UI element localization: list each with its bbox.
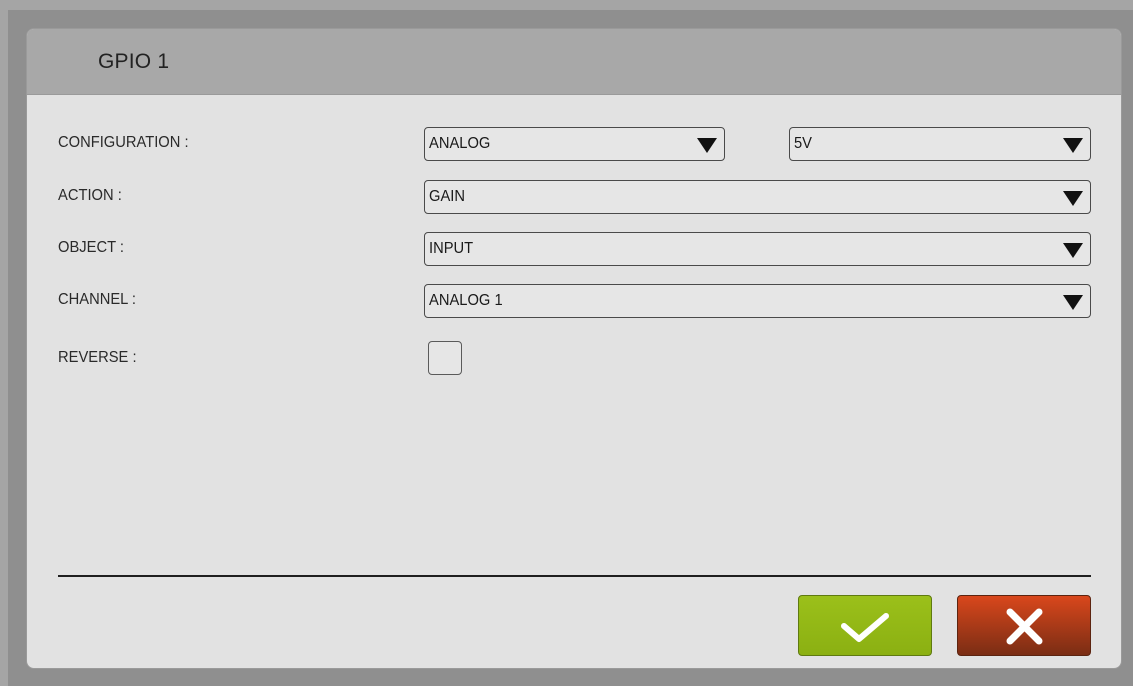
dropdown-arrow-icon	[1063, 295, 1083, 310]
action-value: GAIN	[429, 188, 465, 205]
object-label: OBJECT :	[58, 239, 124, 256]
close-icon	[1006, 608, 1043, 645]
channel-label: CHANNEL :	[58, 291, 136, 308]
channel-value: ANALOG 1	[429, 292, 503, 309]
configuration-label: CONFIGURATION :	[58, 134, 189, 151]
footer-divider	[58, 575, 1091, 577]
dialog-header: GPIO 1	[27, 29, 1121, 95]
dialog-title: GPIO 1	[98, 50, 170, 73]
channel-select[interactable]: ANALOG 1	[424, 284, 1091, 318]
confirm-button[interactable]	[798, 595, 932, 656]
gpio-dialog: GPIO 1 CONFIGURATION : ANALOG 5V ACTION …	[26, 28, 1122, 669]
reverse-checkbox[interactable]	[428, 341, 462, 375]
object-value: INPUT	[429, 240, 474, 257]
action-select[interactable]: GAIN	[424, 180, 1091, 214]
action-label: ACTION :	[58, 187, 122, 204]
reverse-label: REVERSE :	[58, 349, 137, 366]
cancel-button[interactable]	[957, 595, 1091, 656]
dropdown-arrow-icon	[1063, 191, 1083, 206]
object-select[interactable]: INPUT	[424, 232, 1091, 266]
dropdown-arrow-icon	[1063, 243, 1083, 258]
configuration-mode-value: ANALOG	[429, 135, 491, 152]
checkmark-icon	[841, 613, 889, 642]
configuration-mode-select[interactable]: ANALOG	[424, 127, 725, 161]
dropdown-arrow-icon	[1063, 138, 1083, 153]
configuration-voltage-select[interactable]: 5V	[789, 127, 1091, 161]
configuration-voltage-value: 5V	[794, 135, 813, 152]
dropdown-arrow-icon	[697, 138, 717, 153]
